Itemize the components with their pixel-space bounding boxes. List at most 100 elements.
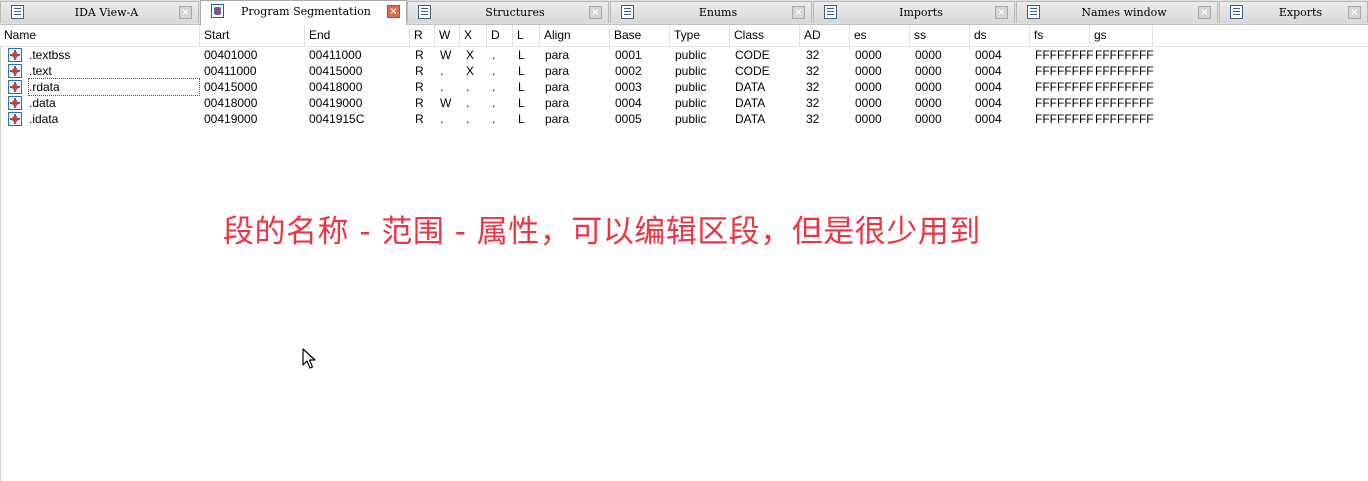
cell-type: public [675,48,707,62]
table-body: .textbss 00401000 00411000 R W X. Lpara 0001 pub… [0,47,1368,127]
cell-x: . [466,112,470,126]
column-header-x[interactable]: X [460,25,487,46]
cell-base: 0001 [615,48,642,62]
cell-name: .rdata [28,78,200,96]
cell-d: . [492,112,496,126]
column-header-w[interactable]: W [435,25,460,46]
cell-fs: FFFFFFFF [1035,112,1094,126]
cell-class: CODE [735,48,770,62]
column-header-d[interactable]: D [487,25,513,46]
cell-align: para [545,64,570,78]
cell-name: .text [29,64,52,78]
column-header-es[interactable]: es [850,25,910,46]
cell-l: L [518,64,525,78]
cell-class: DATA [735,80,766,94]
cell-class: CODE [735,64,770,78]
cell-fs: FFFFFFFF [1035,96,1094,110]
close-icon[interactable]: × [995,6,1008,19]
column-header-type[interactable]: Type [670,25,730,46]
table-row[interactable]: .rdata 00415000 00418000 R... Lpara 0003 publi… [0,78,1368,96]
cell-ad: 32 [806,96,820,110]
cell-es: 0000 [855,64,882,78]
cell-gs: FFFFFFFF [1095,64,1154,78]
cell-align: para [545,80,570,94]
column-header-class[interactable]: Class [730,25,800,46]
column-header-base[interactable]: Base [610,25,670,46]
column-header-name[interactable]: Name [0,25,200,46]
segment-icon [8,48,22,62]
cell-ds: 0004 [975,80,1002,94]
cell-ad: 32 [806,48,820,62]
segments-icon [211,4,224,18]
cell-w: W [440,96,452,110]
column-header-r[interactable]: R [410,25,435,46]
cell-fs: FFFFFFFF [1035,80,1094,94]
cell-ss: 0000 [915,64,942,78]
names-icon [1027,5,1040,19]
cell-ad: 32 [806,80,820,94]
cell-fs: FFFFFFFF [1035,64,1094,78]
column-header-end[interactable]: End [305,25,410,46]
segments-table: Name Start End R W X D L Align Base Type Class AD es s… [0,25,1368,127]
close-icon[interactable]: × [1198,6,1211,19]
cell-end: 00411000 [309,48,362,62]
cell-l: L [518,48,525,62]
cell-l: L [518,112,525,126]
cell-end: 00415000 [309,64,363,78]
column-header-start[interactable]: Start [200,25,305,46]
tab-ida-view-a[interactable]: IDA View-A × [0,1,199,23]
listing-icon [11,5,24,19]
column-header-align[interactable]: Align [540,25,610,46]
tab-structures[interactable]: Structures × [407,1,609,23]
cell-class: DATA [735,112,766,126]
column-header-l[interactable]: L [513,25,540,46]
cell-base: 0002 [615,64,642,78]
tab-label: Exports [1278,6,1323,19]
table-row[interactable]: .textbss 00401000 00411000 R W X. Lpara 0001 pub… [0,47,1368,63]
close-icon[interactable]: × [589,6,602,19]
cell-base: 0005 [615,112,642,126]
cell-ad: 32 [806,112,820,126]
cell-w: . [440,64,444,78]
table-row[interactable]: .data 00418000 00419000 R W.. Lpara 0004 public… [0,95,1368,111]
close-icon[interactable]: × [179,6,192,19]
cell-gs: FFFFFFFF [1095,80,1154,94]
segment-icon [8,64,22,78]
cell-w: . [440,112,444,126]
close-icon[interactable]: × [792,6,805,19]
cell-ss: 0000 [915,96,942,110]
segment-icon [8,96,22,110]
column-header-fs[interactable]: fs [1030,25,1090,46]
cell-d: . [492,48,496,62]
column-header-ds[interactable]: ds [970,25,1030,46]
cell-es: 0000 [855,80,882,94]
tab-imports[interactable]: Imports × [813,1,1015,23]
cell-name: .data [29,96,56,110]
table-row[interactable]: .idata 00419000 0041915C R... Lpara 0005 publi… [0,111,1368,127]
cell-type: public [675,80,707,94]
tab-enums[interactable]: Enums × [610,1,812,23]
column-header-ad[interactable]: AD [800,25,850,46]
column-header-ss[interactable]: ss [910,25,970,46]
cell-ds: 0004 [975,48,1002,62]
cell-w: . [440,80,444,94]
cell-start: 00419000 [204,112,258,126]
cell-align: para [545,48,570,62]
cell-es: 0000 [855,48,882,62]
cell-ad: 32 [806,64,820,78]
tab-names-window[interactable]: Names window × [1016,1,1218,23]
cell-start: 00415000 [204,80,258,94]
table-row[interactable]: .text 00411000 00415000 R. X. Lpara 0002 public… [0,63,1368,79]
cell-es: 0000 [855,112,882,126]
tab-exports[interactable]: Exports × [1219,1,1368,23]
cell-align: para [545,112,570,126]
tab-label: Imports [899,6,943,19]
tab-label: Names window [1081,6,1167,19]
close-icon[interactable]: × [1348,6,1361,19]
cell-d: . [492,64,496,78]
tab-program-segmentation[interactable]: Program Segmentation × [200,0,407,25]
column-header-gs[interactable]: gs [1090,25,1153,46]
cell-ss: 0000 [915,48,942,62]
close-icon[interactable]: × [387,5,400,18]
tab-label: Enums [698,6,738,19]
